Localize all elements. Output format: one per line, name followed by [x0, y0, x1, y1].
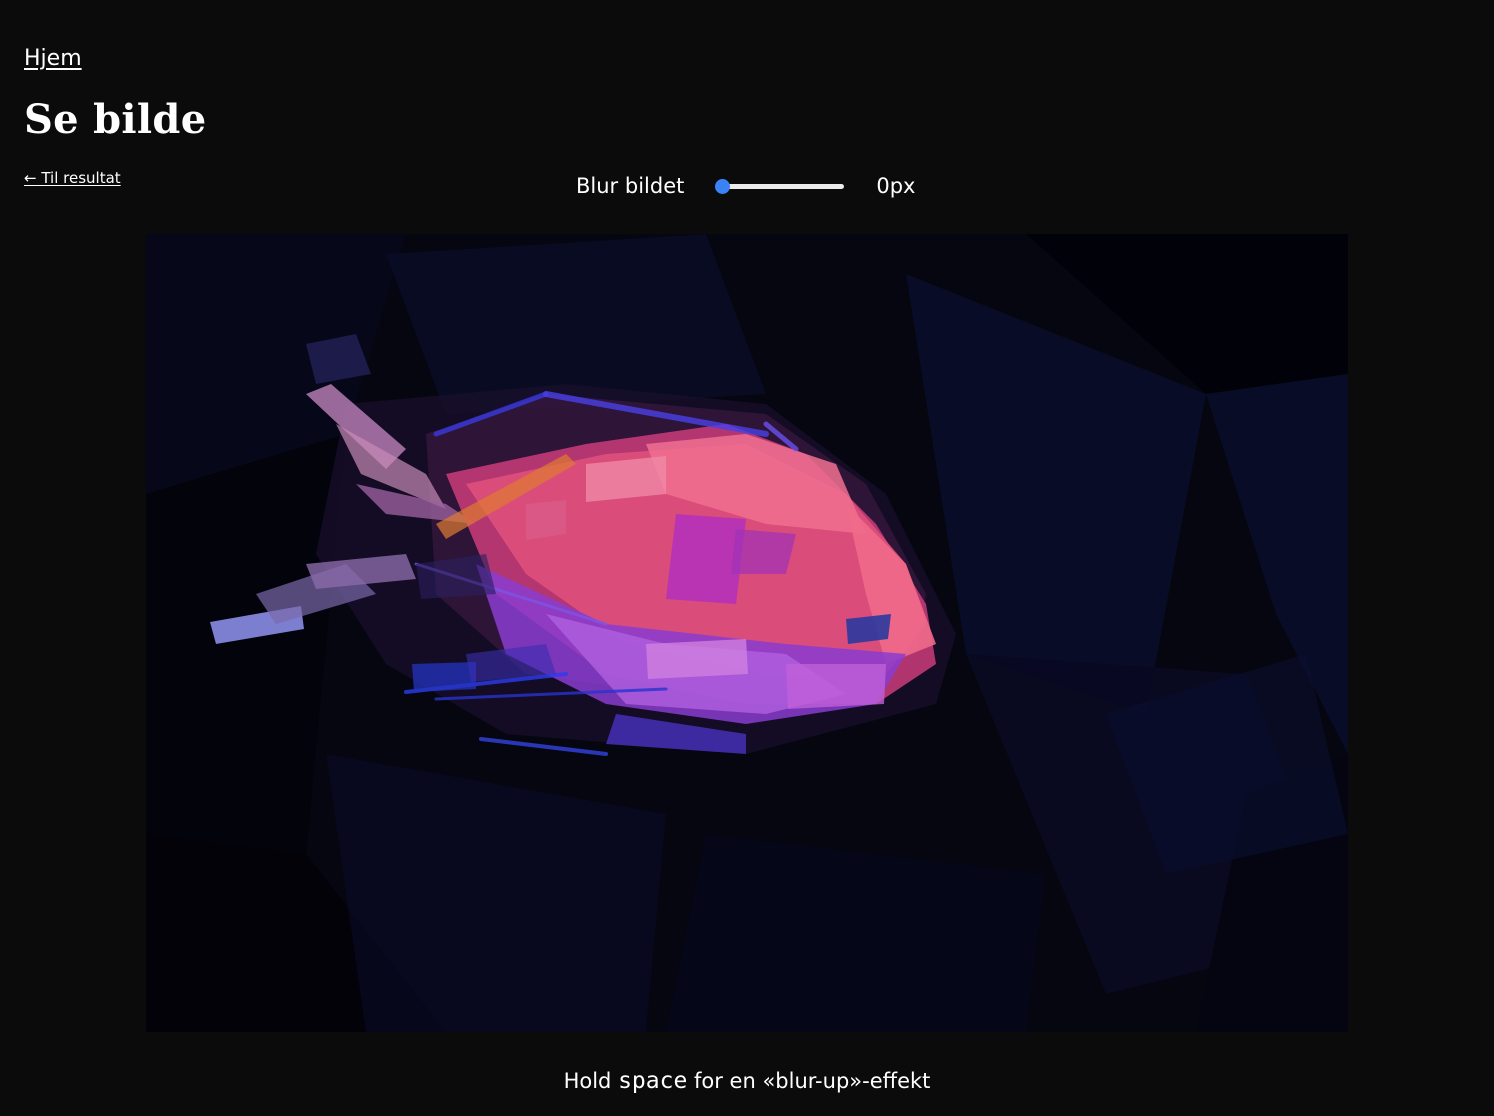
blur-slider[interactable]	[714, 175, 845, 197]
hint-suffix: for en «blur-up»-effekt	[687, 1069, 931, 1093]
blur-up-hint: Hold space for en «blur-up»-effekt	[0, 1068, 1494, 1094]
home-link[interactable]: Hjem	[24, 46, 82, 71]
blur-value: 0px	[876, 174, 916, 198]
hint-key: space	[618, 1068, 688, 1094]
fish-artwork-svg	[146, 234, 1348, 1032]
slider-thumb[interactable]	[715, 179, 731, 194]
blur-control: Blur bildet 0px	[576, 170, 915, 202]
page: Hjem Se bilde ← Til resultat Blur bildet…	[0, 0, 1494, 1116]
blur-label: Blur bildet	[576, 174, 685, 198]
hint-prefix: Hold	[563, 1069, 619, 1093]
back-to-results-link[interactable]: ← Til resultat	[24, 169, 121, 187]
slider-track	[718, 184, 845, 189]
fish-artwork-image	[146, 234, 1348, 1032]
page-title: Se bilde	[24, 96, 207, 143]
